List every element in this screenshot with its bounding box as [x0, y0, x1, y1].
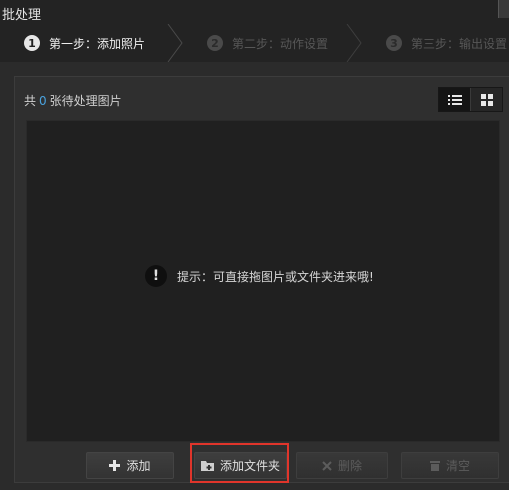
chevron-right-icon	[167, 24, 183, 62]
clear-button-label: 清空	[445, 459, 470, 473]
info-icon: !	[145, 265, 167, 287]
image-count-prefix: 共	[24, 94, 37, 108]
step-2[interactable]: 2 第二步：动作设置	[207, 24, 328, 62]
drop-hint-text: 提示：可直接拖图片或文件夹进来哦!	[177, 269, 374, 284]
add-button-label: 添加	[126, 459, 151, 473]
grid-view-icon	[480, 93, 493, 106]
step-1-label: 第一步：添加照片	[49, 36, 146, 51]
delete-button[interactable]: 删除	[296, 452, 388, 479]
step-bar: 1 第一步：添加照片 2 第二步：动作设置 3 第三步：输出设置	[0, 24, 509, 62]
trash-icon	[429, 460, 440, 471]
grid-view-button[interactable]	[470, 88, 502, 111]
close-button[interactable]	[498, 0, 509, 18]
step-1[interactable]: 1 第一步：添加照片	[24, 24, 145, 62]
step-3-label: 第三步：输出设置	[411, 36, 508, 51]
plus-icon	[109, 460, 121, 471]
view-toggle	[438, 87, 503, 112]
clear-button[interactable]: 清空	[401, 452, 499, 479]
chevron-right-icon	[346, 24, 362, 62]
highlight-box	[190, 443, 289, 483]
drop-hint: ! 提示：可直接拖图片或文件夹进来哦!	[145, 265, 374, 287]
step-3-number: 3	[386, 35, 402, 51]
list-view-icon	[447, 94, 462, 105]
x-icon	[322, 460, 332, 471]
step-2-label: 第二步：动作设置	[232, 36, 329, 51]
step-3[interactable]: 3 第三步：输出设置	[386, 24, 507, 62]
step-1-number: 1	[24, 35, 40, 51]
title-bar: 批处理	[0, 0, 509, 25]
list-view-button[interactable]	[439, 88, 470, 111]
image-count-suffix: 张待处理图片	[49, 94, 122, 108]
step-2-number: 2	[207, 35, 223, 51]
delete-button-label: 删除	[337, 459, 362, 473]
add-button[interactable]: 添加	[86, 452, 174, 479]
image-count: 共 0 张待处理图片	[24, 92, 122, 109]
window-title: 批处理	[2, 8, 42, 23]
image-count-value: 0	[39, 94, 47, 108]
